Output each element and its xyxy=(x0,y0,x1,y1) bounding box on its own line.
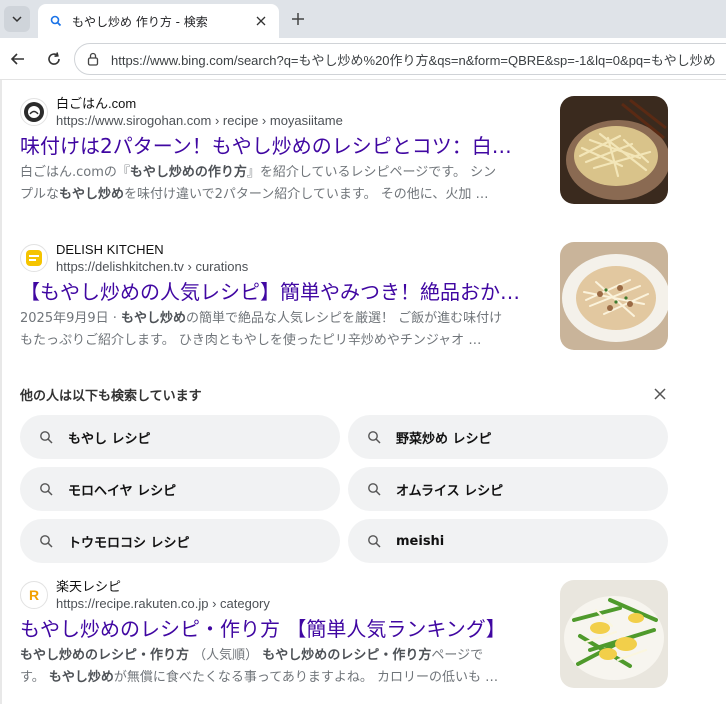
lock-icon xyxy=(85,51,101,67)
search-icon xyxy=(38,429,54,445)
browser-tab[interactable]: もやし炒め 作り方 - 検索 xyxy=(38,4,279,38)
result-title-link[interactable]: 味付けは2パターン！もやし炒めのレシピとコツ：白… xyxy=(20,132,540,160)
search-icon xyxy=(366,533,382,549)
search-results-page: 白ごはん.com https://www.sirogohan.com › rec… xyxy=(0,80,726,704)
page-left-border xyxy=(0,80,2,704)
close-icon[interactable] xyxy=(652,386,668,402)
snippet-text: の簡単で絶品な人気レシピを厳選！ ご飯が進む味付け xyxy=(186,311,503,326)
reload-icon xyxy=(48,52,60,65)
chevron-down-icon xyxy=(12,16,22,23)
related-search-label: トウモロコシ レシピ xyxy=(68,535,190,551)
back-button[interactable] xyxy=(8,49,28,69)
related-search-chip[interactable]: 野菜炒め レシピ xyxy=(348,415,668,459)
result-site-row[interactable]: R 楽天レシピ https://recipe.rakuten.co.jp › c… xyxy=(20,577,540,613)
site-name: 白ごはん.com xyxy=(56,96,137,111)
search-icon xyxy=(366,429,382,445)
browser-toolbar: https://www.bing.com/search?q=もやし炒め%20作り… xyxy=(0,38,726,80)
snippet-text: プルな xyxy=(20,187,60,202)
search-icon xyxy=(366,481,382,497)
related-search-chip[interactable]: もやし レシピ xyxy=(20,415,340,459)
snippet-text: のレシピ・作り方 xyxy=(327,648,432,663)
site-name: DELISH KITCHEN xyxy=(56,242,164,257)
related-search-label: meishi xyxy=(396,533,445,549)
site-url: https://recipe.rakuten.co.jp › category xyxy=(56,596,270,611)
result-site-row[interactable]: 白ごはん.com https://www.sirogohan.com › rec… xyxy=(20,94,540,130)
related-searches-title: 他の人は以下も検索しています xyxy=(20,388,202,404)
tab-search-menu-button[interactable] xyxy=(4,6,30,32)
tab-strip: もやし炒め 作り方 - 検索 xyxy=(0,0,726,38)
search-icon xyxy=(38,481,54,497)
site-url: https://delishkitchen.tv › curations xyxy=(56,259,249,274)
arrow-left-icon xyxy=(10,53,24,65)
snippet-highlight: もやし炒め xyxy=(262,648,328,663)
snippet-text: が無償に食べたくなる事ってありますよね。 カロリーの低いも … xyxy=(113,670,499,685)
related-search-label: もやし レシピ xyxy=(68,431,151,447)
search-result: 白ごはん.com https://www.sirogohan.com › rec… xyxy=(20,94,540,206)
result-thumbnail-moyashi-3[interactable] xyxy=(560,580,668,688)
related-search-label: オムライス レシピ xyxy=(396,483,504,499)
tab-title: もやし炒め 作り方 - 検索 xyxy=(72,14,208,29)
result-snippet: 白ごはん.comの『もやし炒めの作り方』を紹介しているレシピページです。 シン … xyxy=(20,162,540,206)
snippet-text: 2025年9月9日 · xyxy=(20,311,122,326)
snippet-highlight: もやし炒めの作り方 xyxy=(129,165,247,180)
new-tab-button[interactable] xyxy=(288,9,308,29)
related-search-chip[interactable]: モロヘイヤ レシピ xyxy=(20,467,340,511)
search-result: DELISH KITCHEN https://delishkitchen.tv … xyxy=(20,240,540,352)
snippet-text: もたっぷりご紹介します。 ひき肉ともやしを使ったピリ辛炒めやチンジャオ … xyxy=(20,333,482,348)
result-thumbnail-moyashi-2[interactable] xyxy=(560,242,668,350)
url-text: https://www.bing.com/search?q=もやし炒め%20作り… xyxy=(111,52,716,68)
related-search-chip[interactable]: トウモロコシ レシピ xyxy=(20,519,340,563)
result-site-row[interactable]: DELISH KITCHEN https://delishkitchen.tv … xyxy=(20,240,540,276)
result-thumbnail-moyashi-1[interactable] xyxy=(560,96,668,204)
site-favicon-icon xyxy=(20,244,48,272)
related-search-label: モロヘイヤ レシピ xyxy=(68,483,177,499)
site-name: 楽天レシピ xyxy=(56,579,122,594)
snippet-highlight: もやし炒め xyxy=(20,648,86,663)
reload-button[interactable] xyxy=(44,49,64,69)
snippet-text: 白ごはん.comの『 xyxy=(20,165,130,180)
search-favicon-icon xyxy=(48,13,64,29)
result-title-link[interactable]: もやし炒めのレシピ・作り方 【簡単人気ランキング】 xyxy=(20,615,540,643)
site-favicon-icon xyxy=(20,98,48,126)
snippet-text: のレシピ・作り方 xyxy=(85,648,190,663)
related-search-chip[interactable]: meishi xyxy=(348,519,668,563)
result-snippet: もやし炒めのレシピ・作り方 （人気順） もやし炒めのレシピ・作り方ページで す。… xyxy=(20,645,540,689)
snippet-highlight: もやし炒め xyxy=(121,311,187,326)
snippet-text: す。 xyxy=(20,670,49,685)
snippet-highlight: もやし炒め xyxy=(59,187,125,202)
snippet-text: 』を紹介しているレシピページです。 シン xyxy=(246,165,497,180)
related-search-chip[interactable]: オムライス レシピ xyxy=(348,467,668,511)
related-search-label: 野菜炒め レシピ xyxy=(396,431,492,447)
related-searches-header: 他の人は以下も検索しています xyxy=(20,382,668,406)
snippet-highlight: もやし炒め xyxy=(48,670,114,685)
result-title-link[interactable]: 【もやし炒めの人気レシピ】簡単やみつき！絶品おか… xyxy=(20,278,540,306)
snippet-text: を味付け違いで2パターン紹介しています。 その他に、火加 … xyxy=(124,187,489,202)
result-snippet: 2025年9月9日 · もやし炒めの簡単で絶品な人気レシピを厳選！ ご飯が進む味… xyxy=(20,308,540,352)
snippet-text: ページで xyxy=(431,648,484,663)
search-icon xyxy=(38,533,54,549)
snippet-text: （人気順） xyxy=(189,648,263,663)
close-icon[interactable] xyxy=(253,13,269,29)
plus-icon xyxy=(292,13,304,25)
search-result: R 楽天レシピ https://recipe.rakuten.co.jp › c… xyxy=(20,577,540,689)
svg-text:R: R xyxy=(29,587,39,603)
site-url: https://www.sirogohan.com › recipe › moy… xyxy=(56,113,343,128)
address-bar[interactable]: https://www.bing.com/search?q=もやし炒め%20作り… xyxy=(74,43,726,75)
site-favicon-icon: R xyxy=(20,581,48,609)
